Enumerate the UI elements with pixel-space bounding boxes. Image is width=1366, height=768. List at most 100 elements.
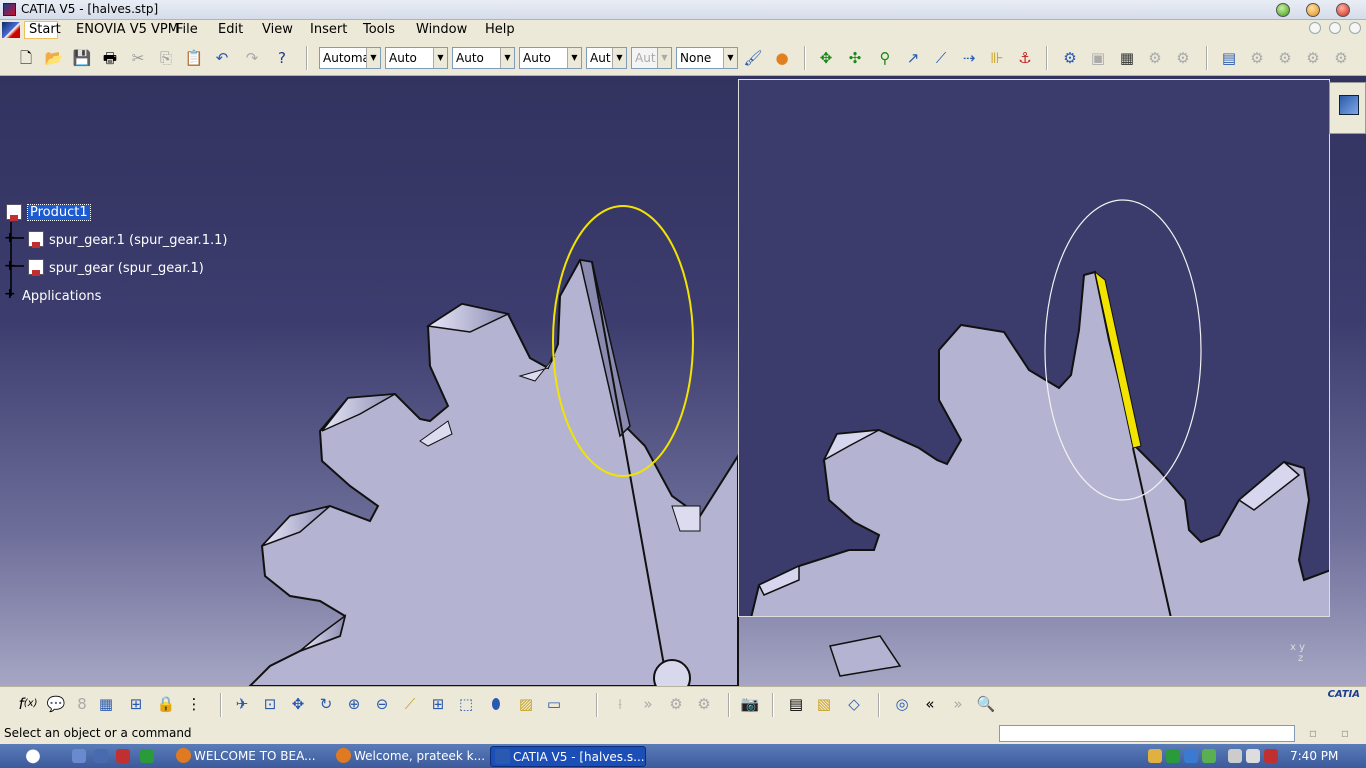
view-orientation-icon[interactable] [1339, 95, 1359, 115]
taskbar-button-firefox-1[interactable]: WELCOME TO BEA... [172, 746, 326, 767]
comment-icon[interactable]: 💬 [46, 694, 66, 714]
menu-help[interactable]: Help [485, 22, 515, 37]
new-part-icon[interactable]: ▦ [1117, 48, 1137, 68]
input-restore-icon[interactable]: ▫ [1303, 723, 1323, 743]
doc-close-button[interactable] [1349, 22, 1361, 34]
tray-icon[interactable] [1166, 749, 1180, 763]
taskbar-button-firefox-2[interactable]: Welcome, prateek k... [332, 746, 486, 767]
layer-combo[interactable]: None ▼ [676, 47, 738, 69]
contact-constraint-icon[interactable]: ⇢ [959, 48, 979, 68]
menu-file[interactable]: File [176, 22, 198, 37]
formula-icon[interactable]: f (x) [18, 694, 38, 714]
zoom-in-icon[interactable]: ⊕ [344, 694, 364, 714]
capture-camera-icon[interactable]: 📷 [740, 694, 760, 714]
menu-tools[interactable]: Tools [363, 22, 395, 37]
previous-icon[interactable]: « [920, 694, 940, 714]
fit-all-in-icon[interactable]: ⊡ [260, 694, 280, 714]
security-alert-icon[interactable] [1264, 749, 1278, 763]
zoom-out-icon[interactable]: ⊖ [372, 694, 392, 714]
new-document-icon[interactable]: 🗋 [16, 48, 36, 68]
swap-visible-space-icon[interactable]: ▭ [544, 694, 564, 714]
rotate-icon[interactable]: ↻ [316, 694, 336, 714]
volume-icon[interactable] [1246, 749, 1260, 763]
paste-icon[interactable]: 📋 [184, 48, 204, 68]
copy-icon[interactable]: ⎘ [156, 48, 176, 68]
split-icon[interactable]: ⟊ [610, 694, 630, 714]
forward-icon[interactable]: » [948, 694, 968, 714]
hide-show-icon[interactable]: ▨ [516, 694, 536, 714]
target-icon[interactable]: ◎ [892, 694, 912, 714]
bill-of-material-icon[interactable]: ▧ [814, 694, 834, 714]
isometric-view-icon[interactable]: ⬚ [456, 694, 476, 714]
format-painter-icon[interactable]: 🖌 [743, 48, 763, 68]
search-icon[interactable]: 🔍 [976, 694, 996, 714]
minimize-button[interactable] [1276, 3, 1290, 17]
tray-icon[interactable] [1202, 749, 1216, 763]
menu-enovia[interactable]: ENOVIA V5 VPM [76, 22, 179, 37]
tray-icon[interactable] [1148, 749, 1162, 763]
menu-insert[interactable]: Insert [310, 22, 347, 37]
expand-plus-icon[interactable]: + [4, 259, 16, 273]
flexible-icon[interactable]: ⚙ [666, 694, 686, 714]
menu-window[interactable]: Window [416, 22, 467, 37]
clash-icon[interactable]: ↗ [903, 48, 923, 68]
fix-component-icon[interactable]: ⚓ [1015, 48, 1035, 68]
menu-edit[interactable]: Edit [218, 22, 243, 37]
tray-icon[interactable] [1184, 749, 1198, 763]
power-input-field[interactable] [999, 725, 1295, 742]
apply-material-icon[interactable]: ● [772, 48, 792, 68]
symmetry-icon[interactable]: ⚙ [1331, 48, 1351, 68]
shading-icon[interactable]: ⬮ [486, 694, 506, 714]
start-orb-icon[interactable]: ● [22, 746, 44, 766]
point-symbol-combo[interactable]: Aut ▼ [586, 47, 627, 69]
knowledge-icon[interactable]: 8 [72, 694, 92, 714]
undo-icon[interactable]: ↶ [212, 48, 232, 68]
open-folder-icon[interactable]: 📂 [44, 48, 64, 68]
save-icon[interactable]: 💾 [72, 48, 92, 68]
line-thickness-combo[interactable]: Auto ▼ [452, 47, 515, 69]
parameters-icon[interactable]: ⋮ [184, 694, 204, 714]
lock-icon[interactable]: 🔒 [156, 694, 176, 714]
new-product-icon[interactable]: ▣ [1088, 48, 1108, 68]
maximize-button[interactable] [1306, 3, 1320, 17]
measure-icon[interactable]: ◇ [844, 694, 864, 714]
3d-viewport[interactable]: Product1 + spur_gear.1 (spur_gear.1.1) +… [0, 76, 1366, 686]
expand-plus-icon[interactable]: + [4, 287, 16, 301]
rigid-icon[interactable]: ⚙ [694, 694, 714, 714]
tree-node-spur-gear[interactable]: spur_gear (spur_gear.1) [49, 261, 204, 276]
snap-icon[interactable]: ✣ [845, 48, 865, 68]
transparency-combo[interactable]: Auto ▼ [385, 47, 448, 69]
quicklaunch-icon[interactable] [140, 749, 154, 763]
cut-icon[interactable]: ✂ [128, 48, 148, 68]
tree-node-spur-gear-1[interactable]: spur_gear.1 (spur_gear.1.1) [49, 233, 227, 248]
redo-icon[interactable]: ↷ [242, 48, 262, 68]
graph-tree-reordering-icon[interactable]: ⚙ [1173, 48, 1193, 68]
replace-component-icon[interactable]: ⚙ [1145, 48, 1165, 68]
print-icon[interactable]: 🖶 [100, 48, 120, 68]
table-icon[interactable]: ▦ [96, 694, 116, 714]
whats-this-help-icon[interactable]: ? [272, 48, 292, 68]
close-button[interactable] [1336, 3, 1350, 17]
menu-start[interactable]: Start [24, 21, 61, 39]
coincidence-constraint-icon[interactable]: ⟋ [931, 48, 951, 68]
fast-multi-instantiation-icon[interactable]: ⚙ [1303, 48, 1323, 68]
tree-node-applications[interactable]: Applications [22, 289, 101, 304]
taskbar-button-catia[interactable]: CATIA V5 - [halves.s... [490, 746, 646, 767]
normal-view-icon[interactable]: ⟋ [400, 694, 420, 714]
quicklaunch-icon[interactable] [72, 749, 86, 763]
multi-instantiation-icon[interactable]: ⚙ [1275, 48, 1295, 68]
next-icon[interactable]: » [638, 694, 658, 714]
manipulation-icon[interactable]: ✥ [816, 48, 836, 68]
pan-icon[interactable]: ✥ [288, 694, 308, 714]
catalog-browser-icon[interactable]: ▤ [1219, 48, 1239, 68]
generate-numbering-icon[interactable]: ▤ [786, 694, 806, 714]
explode-icon[interactable]: ⚲ [875, 48, 895, 68]
multi-view-icon[interactable]: ⊞ [428, 694, 448, 714]
doc-minimize-button[interactable] [1309, 22, 1321, 34]
network-icon[interactable] [1228, 749, 1242, 763]
compass-panel[interactable] [1329, 82, 1366, 134]
linetype-combo[interactable]: Auto ▼ [519, 47, 582, 69]
offset-constraint-icon[interactable]: ⊪ [987, 48, 1007, 68]
tree-structure-icon[interactable]: ⊞ [126, 694, 146, 714]
quicklaunch-icon[interactable] [116, 749, 130, 763]
